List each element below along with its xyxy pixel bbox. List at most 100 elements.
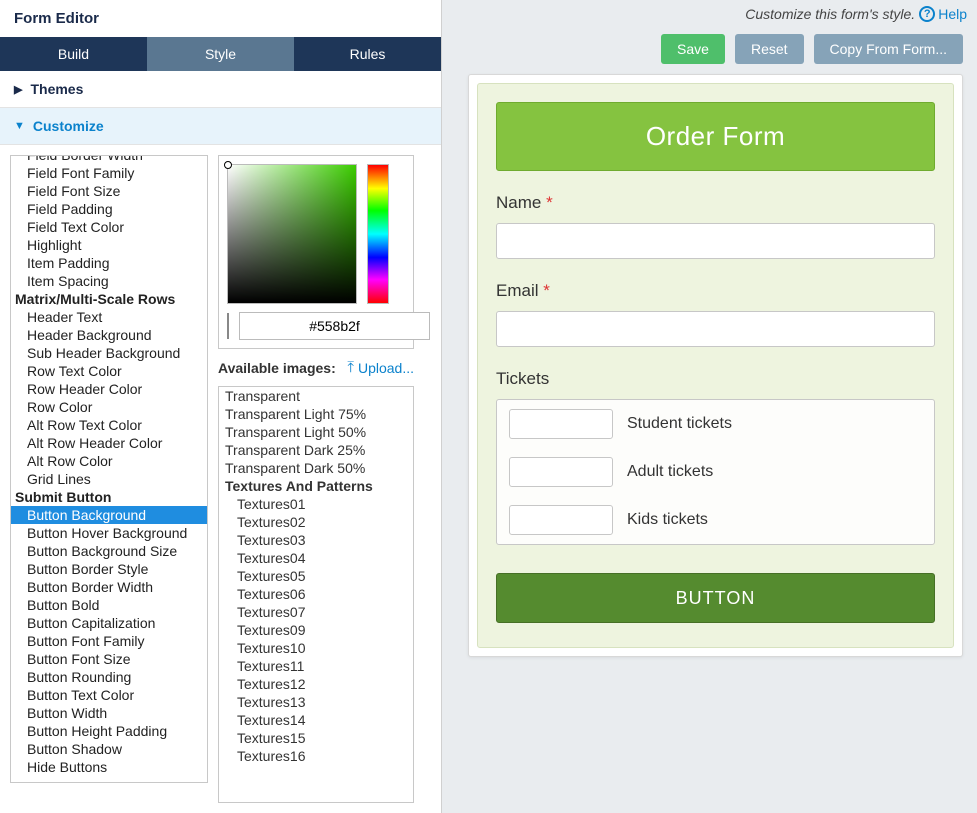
image-item[interactable]: Textures01 [219,495,413,513]
ticket-row: Student tickets [497,400,934,448]
prop-item[interactable]: Row Header Color [11,380,207,398]
email-input[interactable] [496,311,935,347]
form-preview: Order Form Name * Email * Tickets [468,74,963,657]
help-icon: ? [919,6,935,22]
prop-item[interactable]: Item Padding [11,254,207,272]
required-indicator: * [546,193,553,212]
tab-build[interactable]: Build [0,37,147,71]
field-name: Name * [496,193,935,259]
prop-item[interactable]: Header Background [11,326,207,344]
image-list[interactable]: Transparent Transparent Light 75% Transp… [218,386,414,803]
upload-link[interactable]: ⤒ Upload... [347,359,414,376]
prop-item[interactable]: Field Font Family [11,164,207,182]
image-item[interactable]: Textures10 [219,639,413,657]
prop-item[interactable]: Field Text Color [11,218,207,236]
prop-item[interactable]: Button Rounding [11,668,207,686]
prop-item[interactable]: Button Capitalization [11,614,207,632]
image-item[interactable]: Textures05 [219,567,413,585]
left-panel: Form Editor Build Style Rules Themes Cus… [0,0,442,813]
form-card: Order Form Name * Email * Tickets [477,83,954,648]
prop-item[interactable]: Alt Row Header Color [11,434,207,452]
ticket-label: Student tickets [627,415,732,433]
prop-item[interactable]: Button Font Size [11,650,207,668]
prop-item[interactable]: Button Background Size [11,542,207,560]
prop-item[interactable]: Item Spacing [11,272,207,290]
prop-item[interactable]: Sub Header Background [11,344,207,362]
image-item[interactable]: Textures04 [219,549,413,567]
image-item[interactable]: Textures13 [219,693,413,711]
chevron-down-icon [14,120,25,132]
prop-item[interactable]: Button Bold [11,596,207,614]
section-customize[interactable]: Customize [0,108,441,145]
property-list[interactable]: Field Border Width Field Font Family Fie… [10,155,208,783]
ticket-input-adult[interactable] [509,457,613,487]
prop-group-matrix: Matrix/Multi-Scale Rows [11,290,207,308]
color-picker [218,155,414,349]
image-item[interactable]: Textures12 [219,675,413,693]
prop-item-selected[interactable]: Button Background [11,506,207,524]
saturation-value-box[interactable] [227,164,357,304]
form-title: Order Form [496,102,935,171]
ticket-input-kids[interactable] [509,505,613,535]
value-column: Available images: ⤒ Upload... Transparen… [218,155,414,803]
hue-slider[interactable] [367,164,389,304]
field-tickets: Tickets Student tickets Adult tickets Ki… [496,369,935,545]
prop-item[interactable]: Row Text Color [11,362,207,380]
prop-item[interactable]: Button Font Family [11,632,207,650]
prop-item[interactable]: Button Border Width [11,578,207,596]
prop-item[interactable]: Field Padding [11,200,207,218]
field-email: Email * [496,281,935,347]
image-item[interactable]: Textures11 [219,657,413,675]
submit-button[interactable]: BUTTON [496,573,935,623]
prop-item[interactable]: Hide Buttons [11,758,207,776]
image-item[interactable]: Textures14 [219,711,413,729]
prop-item[interactable]: Button Width [11,704,207,722]
email-label: Email [496,281,539,300]
section-themes[interactable]: Themes [0,71,441,108]
image-item[interactable]: Textures03 [219,531,413,549]
prop-item[interactable]: Button Shadow [11,740,207,758]
prop-item[interactable]: Button Text Color [11,686,207,704]
image-item[interactable]: Textures15 [219,729,413,747]
prop-item[interactable]: Alt Row Color [11,452,207,470]
image-item[interactable]: Textures07 [219,603,413,621]
name-input[interactable] [496,223,935,259]
image-group: Textures And Patterns [219,477,413,495]
prop-item[interactable]: Highlight [11,236,207,254]
reset-button[interactable]: Reset [735,34,804,64]
image-item[interactable]: Textures09 [219,621,413,639]
image-item[interactable]: Transparent Dark 25% [219,441,413,459]
tab-rules[interactable]: Rules [294,37,441,71]
image-item[interactable]: Textures16 [219,747,413,765]
image-item[interactable]: Textures06 [219,585,413,603]
sv-handle[interactable] [224,161,232,169]
image-item[interactable]: Transparent Light 50% [219,423,413,441]
hex-input[interactable] [239,312,430,340]
image-item[interactable]: Transparent [219,387,413,405]
images-header: Available images: ⤒ Upload... [218,359,414,376]
prop-item[interactable]: Button Height Padding [11,722,207,740]
tab-style[interactable]: Style [147,37,294,71]
upload-label: Upload... [358,360,414,376]
image-item[interactable]: Textures02 [219,513,413,531]
prop-item[interactable]: Field Font Size [11,182,207,200]
save-button[interactable]: Save [661,34,725,64]
prop-item[interactable]: Header Text [11,308,207,326]
image-item[interactable]: Transparent Dark 50% [219,459,413,477]
color-swatch [227,313,229,339]
copy-from-form-button[interactable]: Copy From Form... [814,34,963,64]
ticket-row: Adult tickets [497,448,934,496]
prop-item[interactable]: Alt Row Text Color [11,416,207,434]
prop-item[interactable]: Field Border Width [11,155,207,164]
image-item[interactable]: Transparent Light 75% [219,405,413,423]
tickets-box: Student tickets Adult tickets Kids ticke… [496,399,935,545]
images-header-label: Available images: [218,360,336,376]
prop-item[interactable]: Button Hover Background [11,524,207,542]
tickets-label: Tickets [496,369,935,389]
prop-item[interactable]: Row Color [11,398,207,416]
section-customize-label: Customize [33,118,104,134]
ticket-input-student[interactable] [509,409,613,439]
prop-item[interactable]: Button Border Style [11,560,207,578]
prop-item[interactable]: Grid Lines [11,470,207,488]
help-link[interactable]: ? Help [919,6,967,22]
